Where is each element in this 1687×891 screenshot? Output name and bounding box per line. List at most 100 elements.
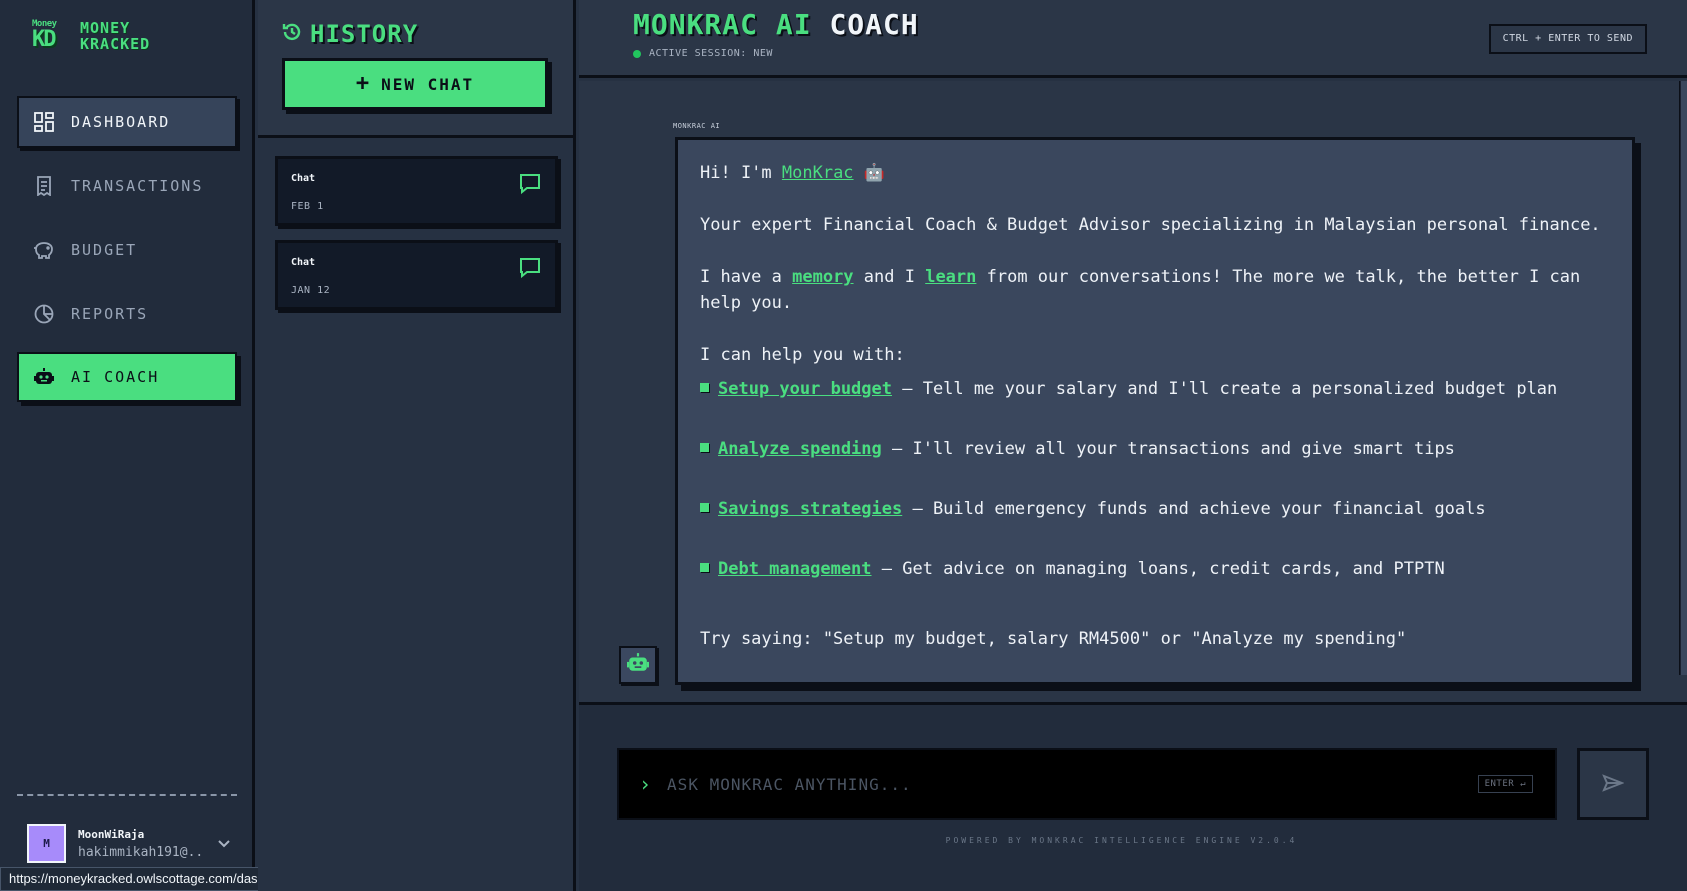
session-status-text: ACTIVE SESSION: NEW [649,48,773,59]
assistant-avatar [619,646,657,684]
capability-link-analyze-spending[interactable]: Analyze spending [718,439,882,459]
chat-date: FEB 1 [291,201,324,212]
try-saying-text: Try saying: "Setup my budget, salary RM4… [700,629,1407,649]
assistant-message: Hi! I'm MonKrac 🤖 Your expert Financial … [675,137,1635,685]
sidebar-item-label: AI COACH [71,368,160,386]
chat-bubble-icon [519,257,541,283]
chat-bubble-icon [519,173,541,199]
sidebar-divider [17,794,237,796]
sidebar-item-label: DASHBOARD [71,113,171,131]
message-input-box[interactable]: › ENTER ↵ [617,748,1557,820]
sidebar-item-label: REPORTS [71,305,149,323]
memory-text: I have a memory and I learn from our con… [700,264,1610,316]
chat-date: JAN 12 [291,285,331,296]
history-title-text: HISTORY [310,20,419,48]
receipt-icon [33,175,55,197]
sidebar-item-label: BUDGET [71,241,138,259]
learn-keyword: learn [925,267,977,287]
monkrac-name-link: MonKrac [781,163,854,183]
session-status: ACTIVE SESSION: NEW [633,48,773,59]
memory-pre: I have a [700,267,793,287]
brand-name-line2: KRACKED [80,35,151,53]
bullet-square-icon [700,563,709,572]
chat-history-item[interactable]: Chat JAN 12 [275,240,558,310]
keyboard-hint: CTRL + ENTER TO SEND [1488,24,1647,54]
sidebar-nav: DASHBOARD TRANSACTIONS BUDGET REPORTS AI… [17,96,237,414]
page-title-plain: COACH [829,8,919,41]
memory-mid: and I [853,267,926,287]
robot-icon [33,366,55,388]
chevron-down-icon[interactable] [217,834,231,853]
robot-icon [627,652,649,678]
message-input[interactable] [667,774,1478,794]
robot-emoji-icon: 🤖 [863,163,885,183]
dashboard-icon [33,111,55,133]
sidebar-item-budget[interactable]: BUDGET [17,224,237,276]
user-email: hakimmikah191@... [78,844,203,860]
status-dot-icon [633,49,641,58]
chat-name: Chat [291,257,316,268]
new-chat-label: NEW CHAT [381,74,475,94]
user-profile[interactable]: M MoonWiRaja hakimmikah191@... [27,824,232,863]
plus-icon: + [355,71,372,96]
chat-header: MONKRAC AI COACH ACTIVE SESSION: NEW CTR… [579,0,1687,78]
help-intro: I can help you with: [700,345,905,365]
message-area[interactable]: MONKRAC AI Hi! I'm MonKrac 🤖 Your expert… [579,81,1687,705]
avatar-initial: M [43,837,50,850]
sidebar: Money KD MONEY KRACKED DASHBOARD TRANSAC… [0,0,255,891]
history-title: HISTORY [282,20,418,48]
send-icon [1602,773,1625,795]
bullet-square-icon [700,443,709,452]
greeting-pre: Hi! I'm [700,163,782,183]
sidebar-item-transactions[interactable]: TRANSACTIONS [17,160,237,212]
logo-mark: Money KD [32,20,68,52]
brand-name-line1: MONEY [80,19,131,37]
history-header: HISTORY + NEW CHAT [258,0,573,138]
piggy-bank-icon [33,239,55,261]
page-title: MONKRAC AI COACH [633,8,919,41]
scrollbar-thumb[interactable] [1681,81,1687,675]
chat-history-item[interactable]: Chat FEB 1 [275,156,558,226]
sidebar-item-reports[interactable]: REPORTS [17,288,237,340]
capability-link-debt-management[interactable]: Debt management [718,559,872,579]
intro-text: Your expert Financial Coach & Budget Adv… [700,215,1601,235]
sidebar-item-dashboard[interactable]: DASHBOARD [17,96,237,148]
enter-key-badge: ENTER ↵ [1477,775,1533,793]
history-icon [282,20,302,48]
capability-desc: – Tell me your salary and I'll create a … [892,379,1558,399]
chat-name: Chat [291,173,316,184]
brand-logo[interactable]: Money KD MONEY KRACKED [32,20,150,53]
greeting-line: Hi! I'm MonKrac 🤖 [700,160,1610,186]
list-item: Savings strategies – Build emergency fun… [700,496,1610,522]
sidebar-item-label: TRANSACTIONS [71,177,204,195]
send-button[interactable] [1577,748,1649,820]
page-title-accent: MONKRAC AI [633,8,812,41]
avatar: M [27,824,66,863]
capability-list: Setup your budget – Tell me your salary … [700,376,1610,582]
user-info: MoonWiRaja hakimmikah191@... [78,828,203,860]
bullet-square-icon [700,383,709,392]
history-panel: HISTORY + NEW CHAT Chat FEB 1 Chat JAN 1… [258,0,576,891]
composer: › ENTER ↵ POWERED BY MONKRAC INTELLIGENC… [579,705,1687,891]
bullet-square-icon [700,503,709,512]
message-sender-label: MONKRAC AI [673,122,721,130]
capability-link-savings-strategies[interactable]: Savings strategies [718,499,902,519]
list-item: Analyze spending – I'll review all your … [700,436,1610,462]
memory-keyword: memory [792,267,854,287]
sidebar-item-ai-coach[interactable]: AI COACH [17,352,237,402]
prompt-chevron-icon: › [639,772,652,796]
powered-by-text: POWERED BY MONKRAC INTELLIGENCE ENGINE V… [945,836,1298,845]
user-name: MoonWiRaja [78,827,145,841]
list-item: Setup your budget – Tell me your salary … [700,376,1610,402]
brand-name: MONEY KRACKED [80,20,150,52]
chat-history-list: Chat FEB 1 Chat JAN 12 [275,156,558,324]
logo-bottom-text: KD [32,27,57,52]
capability-link-setup-budget[interactable]: Setup your budget [718,379,892,399]
scrollbar[interactable] [1679,81,1687,675]
chat-main: MONKRAC AI COACH ACTIVE SESSION: NEW CTR… [579,0,1687,891]
capability-desc: – I'll review all your transactions and … [881,439,1455,459]
capability-desc: – Build emergency funds and achieve your… [902,499,1486,519]
new-chat-button[interactable]: + NEW CHAT [282,58,548,110]
pie-chart-icon [33,303,55,325]
list-item: Debt management – Get advice on managing… [700,556,1610,582]
